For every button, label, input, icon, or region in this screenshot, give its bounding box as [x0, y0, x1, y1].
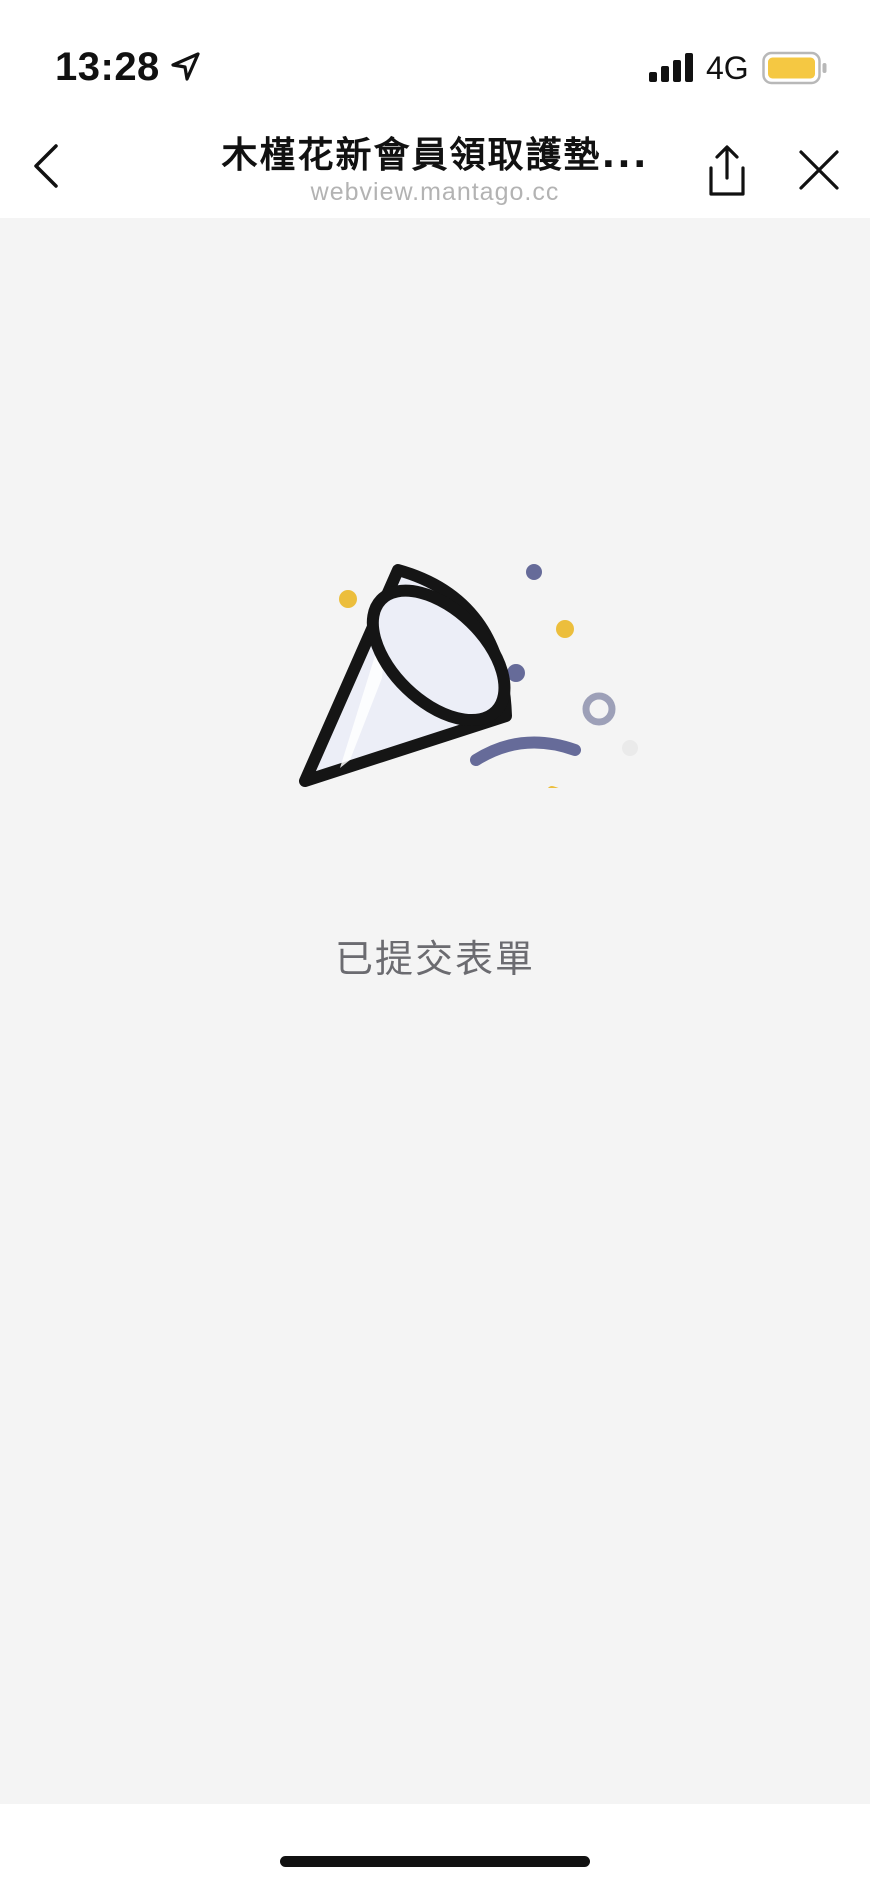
status-time: 13:28 — [55, 45, 160, 89]
location-arrow-icon — [171, 52, 200, 81]
bottom-safe-area — [0, 1804, 870, 1884]
submission-success-message: 已提交表單 — [334, 937, 535, 981]
webview-nav-bar: 木槿花新會員領取護墊... webview.mantago.cc — [0, 112, 870, 218]
back-chevron-icon[interactable] — [24, 138, 76, 194]
party-popper-illustration — [299, 564, 638, 788]
page-title: 木槿花新會員領取護墊... — [221, 135, 649, 176]
status-bar: 13:28 4G — [0, 0, 870, 112]
battery-icon — [762, 51, 827, 85]
content-area: 已提交表單 — [0, 218, 870, 1804]
page-domain: webview.mantago.cc — [310, 178, 560, 206]
close-icon[interactable] — [795, 146, 843, 194]
network-type: 4G — [706, 50, 749, 86]
signal-strength-icon — [649, 53, 693, 82]
home-indicator[interactable] — [280, 1856, 590, 1867]
share-icon[interactable] — [700, 142, 754, 200]
